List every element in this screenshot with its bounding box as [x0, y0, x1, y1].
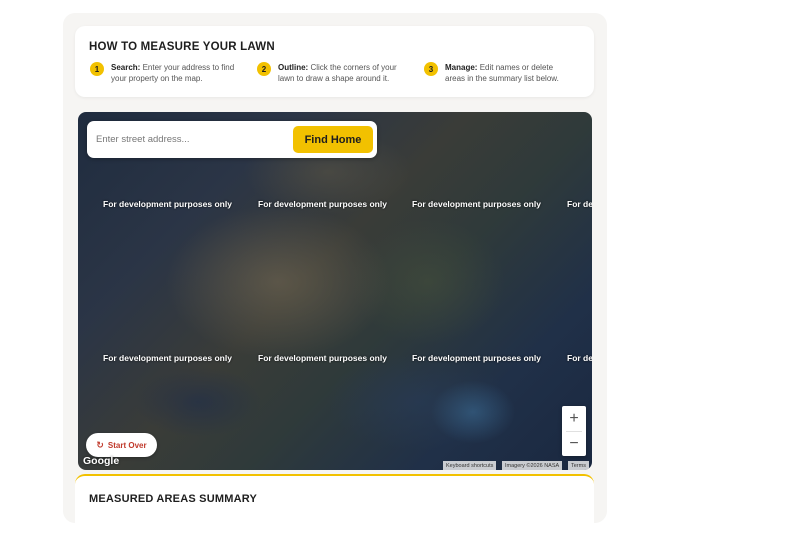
keyboard-shortcuts-link[interactable]: Keyboard shortcuts — [443, 461, 497, 470]
step-outline: 2 Outline: Click the corners of your law… — [257, 62, 403, 84]
step-description: Search: Enter your address to find your … — [111, 62, 236, 84]
step-label: Manage: — [445, 63, 478, 72]
start-over-button[interactable]: ↻ Start Over — [86, 433, 157, 457]
refresh-icon: ↻ — [96, 439, 104, 450]
dev-watermark: For development purposes only — [412, 199, 541, 209]
zoom-controls: + − — [562, 406, 586, 456]
dev-watermark: For development purposes only — [103, 353, 232, 363]
step-description: Manage: Edit names or delete areas in th… — [445, 62, 570, 84]
terms-link[interactable]: Terms — [568, 461, 589, 470]
google-logo: Google — [83, 455, 120, 467]
step-manage: 3 Manage: Edit names or delete areas in … — [424, 62, 570, 84]
step-label: Search: — [111, 63, 141, 72]
step-number-badge: 3 — [424, 62, 438, 76]
imagery-attribution: Imagery ©2026 NASA — [502, 461, 563, 470]
dev-watermark: For development purposes only — [258, 199, 387, 209]
how-to-card: HOW TO MEASURE YOUR LAWN 1 Search: Enter… — [75, 26, 594, 97]
step-description: Outline: Click the corners of your lawn … — [278, 62, 403, 84]
dev-watermark: For dev — [567, 199, 592, 209]
step-search: 1 Search: Enter your address to find you… — [90, 62, 236, 84]
step-number-badge: 2 — [257, 62, 271, 76]
zoom-in-button[interactable]: + — [562, 406, 586, 431]
satellite-map[interactable]: Find Home For development purposes only … — [78, 112, 592, 470]
step-number-badge: 1 — [90, 62, 104, 76]
find-home-button[interactable]: Find Home — [293, 126, 373, 153]
measured-areas-summary: MEASURED AREAS SUMMARY — [75, 474, 594, 534]
address-search-bar: Find Home — [87, 121, 377, 158]
zoom-out-button[interactable]: − — [562, 431, 586, 456]
dev-watermark: For development purposes only — [258, 353, 387, 363]
address-input[interactable] — [87, 121, 287, 158]
start-over-label: Start Over — [107, 440, 147, 450]
step-label: Outline: — [278, 63, 309, 72]
zoom-divider — [566, 431, 582, 432]
dev-watermark: For dev — [567, 353, 592, 363]
dev-watermark: For development purposes only — [412, 353, 541, 363]
dev-watermark: For development purposes only — [103, 199, 232, 209]
summary-title: MEASURED AREAS SUMMARY — [89, 493, 257, 505]
how-to-title: HOW TO MEASURE YOUR LAWN — [89, 41, 275, 53]
